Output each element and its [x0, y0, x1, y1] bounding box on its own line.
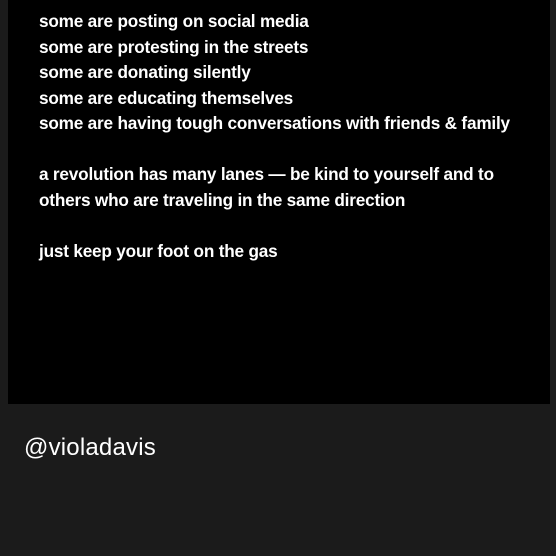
quote-line: a revolution has many lanes — be kind to… — [39, 164, 494, 184]
caption-area: @violadavis — [0, 404, 556, 556]
quote-line: others who are traveling in the same dir… — [39, 189, 406, 210]
user-handle[interactable]: @violadavis — [24, 433, 156, 463]
quote-line: some are educating themselves — [39, 87, 294, 108]
quote-line: some are protesting in the streets — [39, 36, 309, 57]
quote-line: some are posting on social media — [39, 11, 309, 31]
quote-line: some are having tough conversations with… — [39, 113, 510, 133]
quote-line: just keep your foot on the gas — [39, 240, 278, 261]
quote-image: some are posting on social media some ar… — [8, 0, 550, 404]
quote-line: some are donating silently — [39, 62, 251, 82]
quote-text: some are posting on social media some ar… — [39, 9, 510, 264]
story-page: some are posting on social media some ar… — [0, 0, 556, 556]
